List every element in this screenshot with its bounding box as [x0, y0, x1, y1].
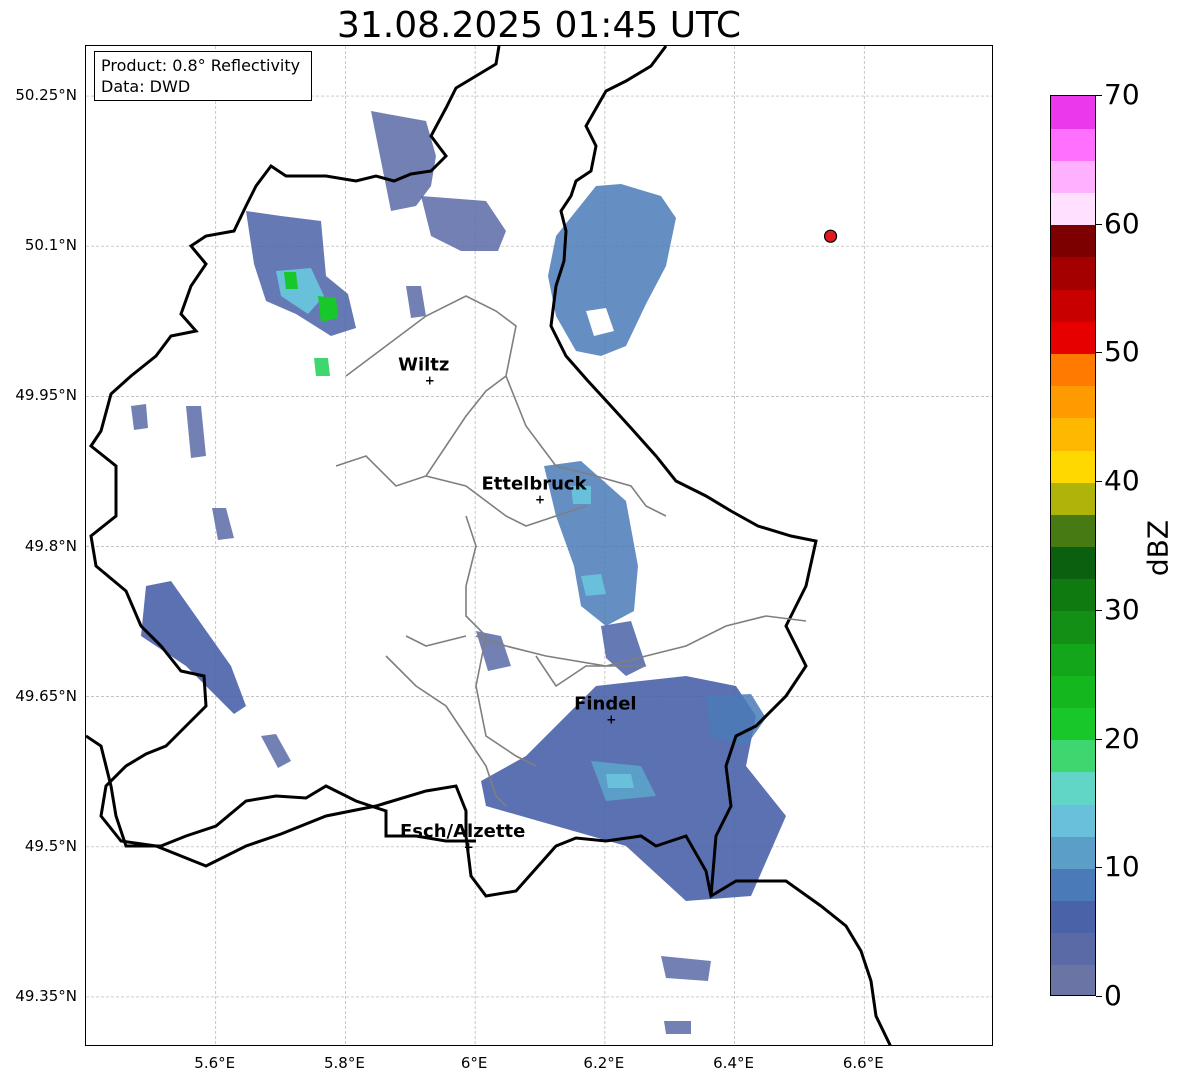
- echo-cell: [131, 404, 148, 430]
- colorbar-tick-label: 50: [1104, 335, 1140, 369]
- lon-tick-label: 6.6°E: [842, 1054, 884, 1072]
- city-label: Findel: [574, 694, 637, 715]
- colorbar-segment: [1051, 514, 1095, 548]
- colorbar-segment: [1051, 803, 1095, 837]
- colorbar-segment: [1051, 771, 1095, 805]
- colorbar-segment: [1051, 578, 1095, 612]
- lat-tick-label: 49.8°N: [24, 536, 77, 555]
- echo-cell: [371, 111, 436, 211]
- colorbar-segment: [1051, 964, 1095, 995]
- colorbar-tick: [1096, 867, 1102, 869]
- city-label: Ettelbruck: [481, 473, 587, 494]
- city-marker: +: [535, 492, 545, 506]
- echo-cell: [261, 734, 291, 768]
- colorbar-label: dBZ: [1141, 519, 1175, 577]
- colorbar-segment: [1051, 321, 1095, 355]
- lon-tick-label: 5.8°E: [324, 1054, 365, 1072]
- lon-tick-label: 6.2°E: [583, 1054, 625, 1072]
- colorbar-tick: [1096, 95, 1102, 96]
- colorbar-tick: [1096, 223, 1102, 225]
- map-title: 31.08.2025 01:45 UTC: [336, 5, 742, 46]
- echo-cell: [606, 774, 634, 788]
- colorbar-segment: [1051, 675, 1095, 708]
- colorbar-segment: [1051, 353, 1095, 387]
- colorbar-segment: [1051, 96, 1095, 129]
- echo-cell: [314, 358, 330, 376]
- colorbar-segment: [1051, 289, 1095, 322]
- colorbar-tick-label: 70: [1104, 78, 1140, 111]
- colorbar-segment: [1051, 128, 1095, 161]
- data-source-label: Data: DWD: [101, 77, 191, 96]
- echo-cell: [601, 621, 646, 676]
- colorbar-segment: [1051, 482, 1095, 515]
- reflectivity-echoes: [131, 111, 786, 1034]
- city-label: Esch/Alzette: [400, 821, 525, 842]
- colorbar-tick-label: 0: [1104, 979, 1122, 1012]
- lon-tick-label: 5.6°E: [194, 1054, 236, 1072]
- city-marker: +: [606, 713, 616, 727]
- lon-tick-label: 6.4°E: [713, 1054, 754, 1072]
- lat-tick-label: 49.65°N: [15, 686, 77, 705]
- colorbar-tick-label: 60: [1104, 206, 1140, 240]
- lat-tick-label: 50.25°N: [15, 86, 77, 105]
- colorbar-segment: [1051, 610, 1095, 644]
- luxembourg-border: [88, 46, 892, 1045]
- echo-cell: [664, 1021, 691, 1034]
- city-marker: +: [464, 840, 474, 854]
- colorbar-segment: [1051, 449, 1095, 483]
- colorbar-tick-label: 10: [1104, 850, 1140, 884]
- radar-site-marker: [823, 229, 838, 243]
- echo-cell: [284, 272, 298, 289]
- colorbar-segment: [1051, 739, 1095, 773]
- radar-map[interactable]: + Wiltz + Ettelbruck + Findel + Esch/Alzette: [85, 45, 993, 1046]
- echo-cell: [661, 956, 711, 981]
- colorbar-segment: [1051, 546, 1095, 580]
- colorbar-segment: [1051, 417, 1095, 451]
- colorbar-tick: [1096, 481, 1102, 483]
- colorbar-segment: [1051, 836, 1095, 869]
- colorbar-tick: [1096, 996, 1102, 997]
- lat-tick-label: 49.5°N: [24, 836, 77, 855]
- lat-tick-label: 50.1°N: [24, 236, 77, 255]
- echo-cell: [212, 508, 234, 540]
- colorbar-segment: [1051, 868, 1095, 902]
- colorbar-segment: [1051, 900, 1095, 934]
- echo-cell: [406, 286, 426, 318]
- lat-tick-label: 49.95°N: [15, 386, 77, 405]
- city-label: Wiltz: [398, 354, 449, 375]
- colorbar-tick: [1096, 609, 1102, 611]
- lat-tick-label: 49.35°N: [15, 986, 77, 1005]
- echo-cell: [186, 406, 206, 458]
- colorbar-segment: [1051, 707, 1095, 741]
- country-borders: [86, 46, 892, 1045]
- colorbar-segment: [1051, 932, 1095, 966]
- echo-cell: [141, 581, 246, 714]
- colorbar-segment: [1051, 385, 1095, 419]
- echo-cell: [318, 296, 338, 322]
- colorbar-tick-label: 40: [1104, 464, 1140, 498]
- city-marker: +: [425, 373, 435, 387]
- colorbar-segment: [1051, 224, 1095, 258]
- colorbar: [1050, 95, 1096, 996]
- colorbar-tick-label: 30: [1104, 592, 1140, 626]
- colorbar-tick: [1096, 738, 1102, 740]
- map-canvas: +Wiltz+Ettelbruck+Findel+Esch/Alzette: [86, 46, 992, 1045]
- colorbar-tick-label: 20: [1104, 721, 1140, 755]
- product-info-box: Product: 0.8° Reflectivity Data: DWD: [94, 51, 312, 101]
- product-label: Product: 0.8° Reflectivity: [101, 56, 301, 75]
- colorbar-segment: [1051, 643, 1095, 676]
- colorbar-tick: [1096, 352, 1102, 354]
- colorbar-segment: [1051, 160, 1095, 194]
- colorbar-segment: [1051, 192, 1095, 226]
- lon-tick-label: 6°E: [460, 1054, 488, 1072]
- graticule-grid: [86, 46, 992, 1045]
- echo-cell: [421, 196, 506, 251]
- colorbar-segment: [1051, 256, 1095, 290]
